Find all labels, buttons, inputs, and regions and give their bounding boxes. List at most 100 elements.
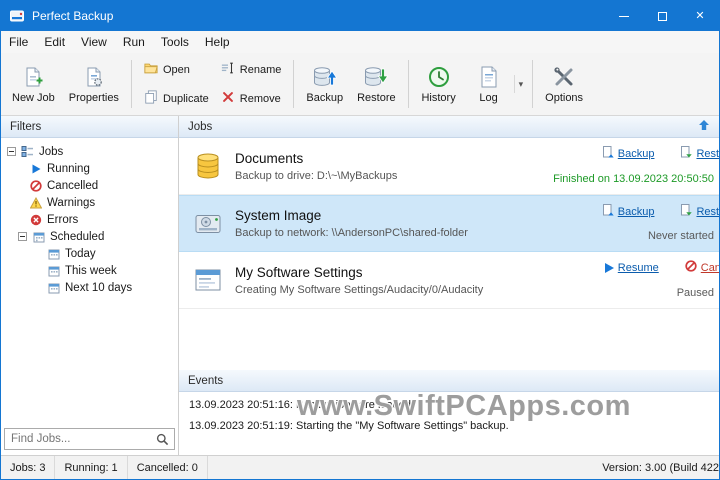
collapse-expander-icon[interactable]: [18, 232, 27, 241]
properties-icon: [83, 65, 105, 89]
warning-icon: [29, 196, 42, 209]
jobs-folder-icon: [21, 145, 34, 158]
scroll-up-icon[interactable]: [698, 119, 710, 134]
toolbar: New Job Properties Open Duplicate Rename…: [1, 53, 719, 116]
job-title: System Image: [235, 208, 322, 223]
job-status: Paused: [676, 287, 714, 299]
remove-icon: [221, 90, 235, 107]
new-job-label: New Job: [12, 91, 55, 104]
calendar-icon: [47, 247, 60, 260]
running-icon: [29, 162, 42, 175]
job-status: Never started: [647, 230, 714, 242]
find-jobs-box: [4, 428, 175, 450]
app-window: Perfect Backup ✕ File Edit View Run Tool…: [0, 0, 720, 480]
tree-item-label: Warnings: [47, 196, 96, 209]
toolbar-separator: [532, 60, 534, 108]
collapse-expander-icon[interactable]: [7, 147, 16, 156]
menu-tools[interactable]: Tools: [153, 31, 197, 53]
filters-header: Filters: [1, 116, 178, 138]
tree-item-label: Next 10 days: [65, 281, 133, 294]
job-restore-link[interactable]: Restore: [680, 146, 719, 161]
log-icon: [479, 65, 499, 89]
tree-item-warnings[interactable]: Warnings: [29, 194, 178, 211]
error-icon: [29, 213, 42, 226]
job-resume-link[interactable]: Resume: [604, 260, 659, 275]
remove-button[interactable]: Remove: [216, 88, 287, 109]
restore-button[interactable]: Restore: [350, 55, 403, 113]
calendar-icon: [32, 230, 45, 243]
menubar: File Edit View Run Tools Help: [1, 31, 719, 53]
properties-button[interactable]: Properties: [62, 55, 126, 113]
statusbar-running-count: Running: 1: [55, 456, 128, 479]
statusbar-jobs-count: Jobs: 3: [1, 456, 56, 479]
tree-item-label: Cancelled: [47, 179, 99, 192]
tree-item-label: Today: [65, 247, 96, 260]
tree-item-this-week[interactable]: This week: [47, 262, 178, 279]
statusbar: Jobs: 3 Running: 1 Cancelled: 0 Version:…: [1, 455, 719, 479]
maximize-button[interactable]: [643, 1, 681, 31]
history-label: History: [421, 91, 456, 104]
filters-panel: Filters Jobs Running Cancelled Warnings …: [1, 116, 179, 455]
tree-item-label: This week: [65, 264, 117, 277]
software-settings-job-icon: [193, 265, 227, 295]
job-subtitle: Backup to drive: D:\~\MyBackups: [235, 169, 398, 182]
cancel-icon: [685, 260, 697, 275]
menu-run[interactable]: Run: [115, 31, 153, 53]
tree-item-running[interactable]: Running: [29, 160, 178, 177]
history-button[interactable]: History: [414, 55, 464, 113]
rename-button[interactable]: Rename: [216, 59, 287, 80]
menu-help[interactable]: Help: [197, 31, 238, 53]
job-subtitle: Creating My Software Settings/Audacity/0…: [235, 283, 484, 296]
job-title: Documents: [235, 150, 304, 166]
job-restore-link[interactable]: Restore: [680, 204, 719, 219]
minimize-icon: [619, 15, 629, 17]
search-icon: [151, 433, 174, 446]
job-row-documents[interactable]: Documents Backup to drive: D:\~\MyBackup…: [179, 138, 719, 195]
log-label: Log: [479, 91, 498, 104]
duplicate-button[interactable]: Duplicate: [139, 88, 214, 109]
rename-icon: [221, 61, 235, 78]
menu-edit[interactable]: Edit: [36, 31, 73, 53]
job-cancel-link[interactable]: Cancel: [685, 260, 719, 275]
log-dropdown-arrow[interactable]: ▾: [513, 75, 528, 93]
job-row-my-software-settings[interactable]: My Software Settings Creating My Softwar…: [179, 252, 719, 309]
tree-item-cancelled[interactable]: Cancelled: [29, 177, 178, 194]
minimize-button[interactable]: [605, 1, 643, 31]
toolbar-separator: [130, 60, 132, 108]
tree-item-errors[interactable]: Errors: [29, 211, 178, 228]
options-button[interactable]: Options: [538, 55, 590, 113]
statusbar-version: Version: 3.00 (Build 422: [602, 461, 719, 474]
new-job-icon: [22, 65, 44, 89]
close-button[interactable]: ✕: [681, 1, 719, 31]
events-header-label: Events: [188, 374, 224, 387]
job-subtitle: Backup to network: \\AndersonPC\shared-f…: [235, 227, 468, 239]
maximize-icon: [657, 11, 667, 21]
find-jobs-input[interactable]: [5, 433, 151, 445]
resume-icon: [604, 262, 614, 273]
tree-item-next-10-days[interactable]: Next 10 days: [47, 279, 178, 296]
job-row-system-image[interactable]: System Image Backup to network: \\Anders…: [179, 195, 719, 252]
tree-item-label: Scheduled: [50, 230, 105, 243]
tree-item-jobs[interactable]: Jobs: [7, 143, 178, 160]
backup-button[interactable]: Backup: [299, 55, 350, 113]
log-button[interactable]: Log: [464, 63, 514, 106]
job-backup-link[interactable]: Backup: [602, 204, 654, 219]
job-backup-link[interactable]: Backup: [602, 146, 654, 161]
backup-link-icon: [602, 204, 614, 219]
open-button[interactable]: Open: [139, 59, 214, 80]
remove-label: Remove: [239, 92, 281, 105]
tree-item-today[interactable]: Today: [47, 245, 178, 262]
filters-tree: Jobs Running Cancelled Warnings Errors S…: [1, 138, 178, 425]
new-job-button[interactable]: New Job: [5, 55, 62, 113]
open-label: Open: [162, 63, 190, 76]
events-header: Events: [179, 370, 719, 392]
events-panel: 13.09.2023 20:51:16: Backup jobs are loa…: [179, 392, 719, 455]
menu-file[interactable]: File: [1, 31, 36, 53]
options-label: Options: [545, 91, 584, 104]
menu-view[interactable]: View: [73, 31, 115, 53]
backup-label: Backup: [306, 91, 344, 104]
titlebar: Perfect Backup ✕: [1, 1, 719, 31]
restore-label: Restore: [357, 91, 396, 104]
tree-item-scheduled[interactable]: Scheduled: [18, 228, 178, 245]
rename-label: Rename: [239, 63, 282, 76]
